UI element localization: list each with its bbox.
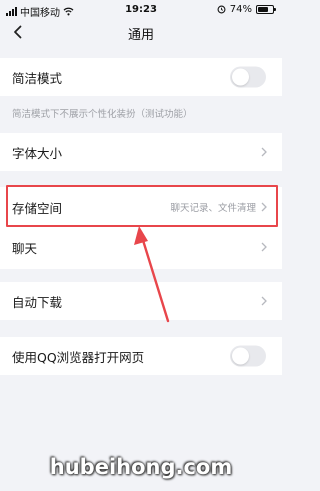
simple-mode-card: 简洁模式 bbox=[0, 58, 282, 96]
chevron-right-icon bbox=[261, 242, 267, 252]
nav-bar: 通用 bbox=[0, 20, 282, 44]
page-title: 通用 bbox=[127, 28, 154, 43]
chevron-right-icon bbox=[261, 296, 267, 306]
font-size-row[interactable]: 字体大小 bbox=[0, 134, 282, 170]
battery-percent: 74% bbox=[229, 4, 252, 15]
simple-mode-row: 简洁模式 bbox=[0, 59, 282, 95]
qq-browser-card: 使用QQ浏览器打开网页 bbox=[0, 337, 282, 375]
simple-mode-note: 简洁模式下不展示个性化装扮（测试功能） bbox=[12, 109, 193, 120]
battery-fill bbox=[258, 7, 268, 12]
battery-icon bbox=[256, 5, 276, 14]
alarm-icon bbox=[217, 5, 226, 14]
arrow-annotation bbox=[134, 226, 170, 323]
watermark-text: hubeihong.com bbox=[49, 455, 233, 479]
chevron-right-icon bbox=[261, 147, 267, 157]
status-right: 74% bbox=[217, 4, 276, 15]
font-size-label: 字体大小 bbox=[12, 145, 63, 161]
status-bar: 中国移动 19:23 74% bbox=[0, 0, 282, 20]
font-size-card: 字体大小 bbox=[0, 133, 282, 171]
chat-label: 聊天 bbox=[12, 240, 38, 256]
simple-mode-label: 简洁模式 bbox=[12, 70, 63, 86]
highlight-box bbox=[6, 185, 278, 227]
simple-mode-toggle[interactable] bbox=[230, 66, 266, 88]
qq-browser-label: 使用QQ浏览器打开网页 bbox=[12, 349, 145, 365]
qq-browser-toggle[interactable] bbox=[230, 345, 266, 367]
qq-browser-row: 使用QQ浏览器打开网页 bbox=[0, 338, 282, 374]
auto-download-label: 自动下载 bbox=[12, 294, 63, 310]
